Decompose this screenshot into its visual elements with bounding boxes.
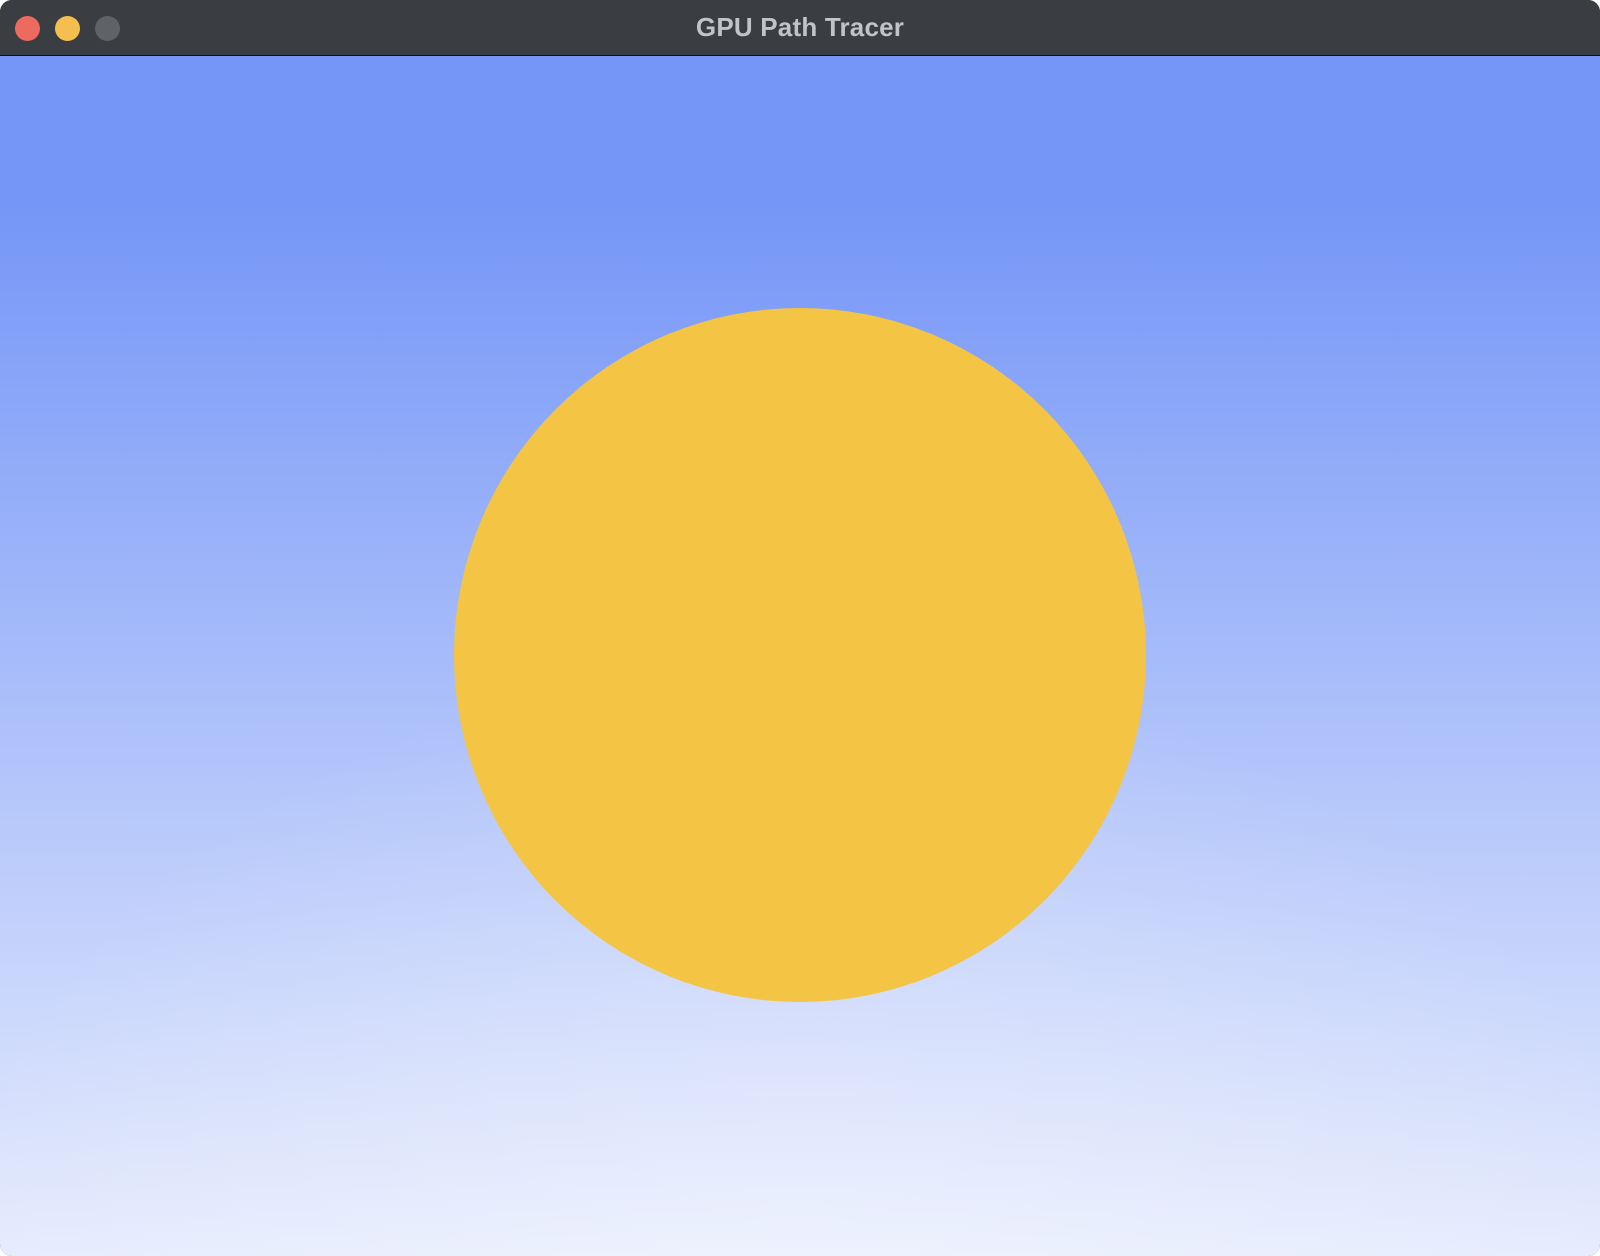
window-title: GPU Path Tracer [695,12,905,42]
render-canvas [0,56,1600,1256]
title-bar[interactable]: GPU Path Tracer [0,0,1600,56]
sphere [454,308,1146,1002]
render-viewport[interactable] [0,56,1600,1256]
app-window: GPU Path Tracer [0,0,1600,1256]
